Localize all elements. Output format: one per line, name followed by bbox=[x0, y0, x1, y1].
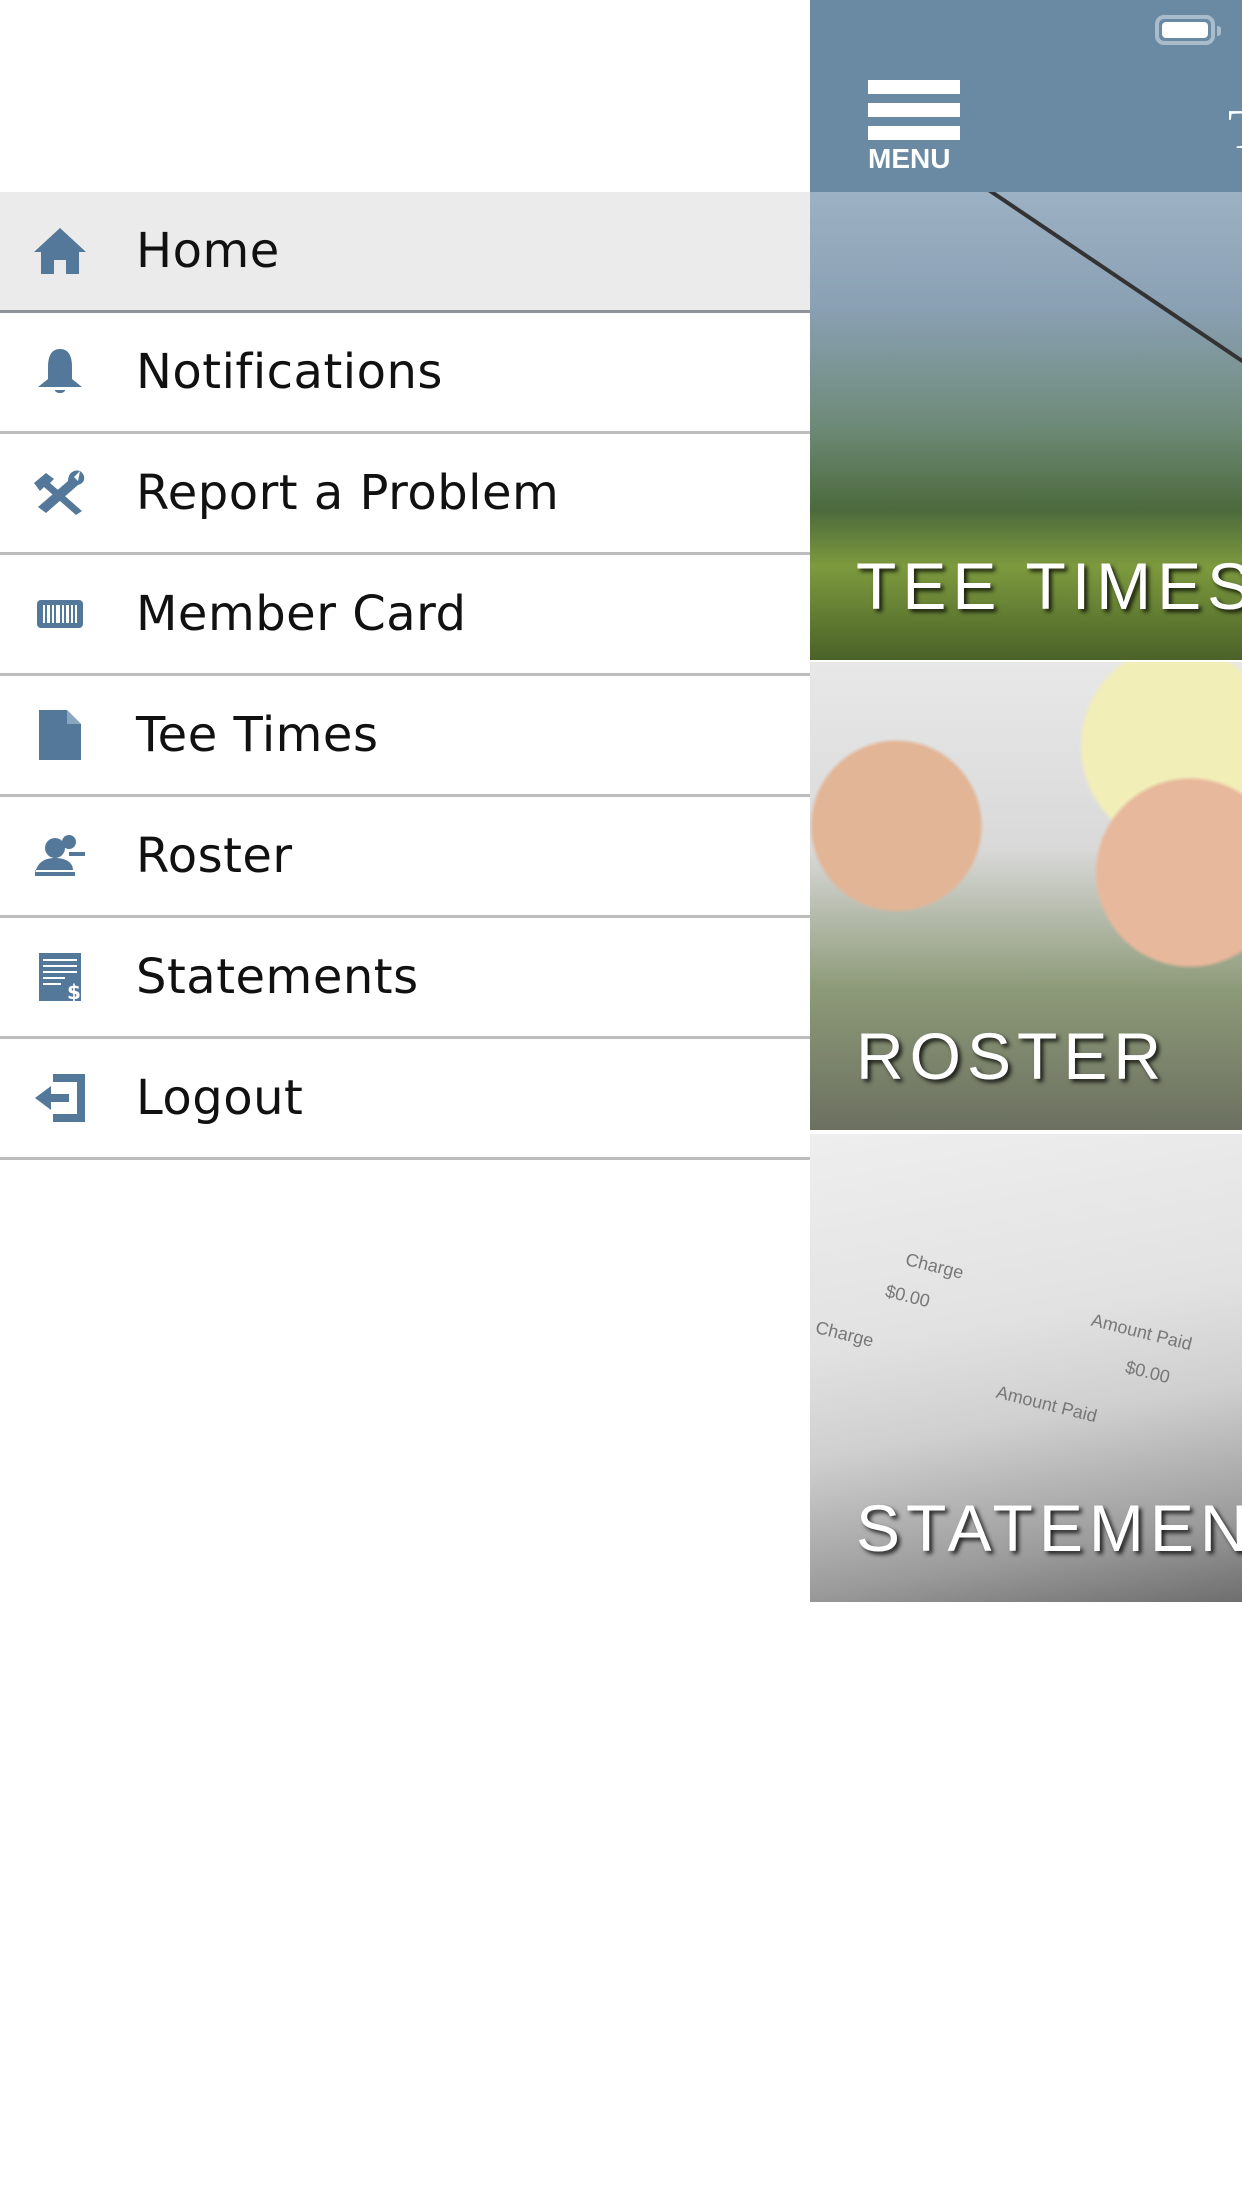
hamburger-icon bbox=[868, 80, 960, 94]
drawer-item-statements[interactable]: $ Statements bbox=[0, 918, 810, 1039]
image-text: Charge bbox=[903, 1249, 966, 1283]
tile-tee-times[interactable]: TEE TIMES bbox=[810, 192, 1242, 660]
image-text: Amount Paid bbox=[994, 1381, 1100, 1427]
tile-label: STATEMENTS bbox=[856, 1491, 1242, 1565]
svg-text:$: $ bbox=[67, 980, 81, 1003]
drawer-item-label: Notifications bbox=[136, 344, 443, 400]
tile-label: ROSTER bbox=[856, 1019, 1168, 1093]
statement-icon: $ bbox=[30, 947, 90, 1007]
image-text: Charge bbox=[813, 1317, 876, 1351]
person-icon bbox=[30, 826, 90, 886]
drawer-item-logout[interactable]: Logout bbox=[0, 1039, 810, 1160]
hamburger-bar bbox=[868, 103, 960, 117]
drawer-item-label: Statements bbox=[136, 949, 419, 1005]
drawer-item-member-card[interactable]: Member Card bbox=[0, 555, 810, 676]
drawer-item-home[interactable]: Home bbox=[0, 192, 810, 313]
menu-label: MENU bbox=[868, 143, 951, 174]
drawer-item-label: Home bbox=[136, 223, 280, 279]
hamburger-bar bbox=[868, 126, 960, 140]
image-text: Amount Paid bbox=[1089, 1309, 1195, 1355]
tools-icon bbox=[30, 463, 90, 523]
drawer-item-notifications[interactable]: Notifications bbox=[0, 313, 810, 434]
logout-icon bbox=[30, 1068, 90, 1128]
home-icon bbox=[30, 221, 90, 281]
barcode-card-icon bbox=[30, 584, 90, 644]
navigation-drawer: Home Notifications Report a Problem Memb… bbox=[0, 0, 810, 2208]
app-title: T bbox=[1228, 98, 1242, 162]
tile-label: TEE TIMES bbox=[856, 549, 1242, 623]
drawer-item-roster[interactable]: Roster bbox=[0, 797, 810, 918]
drawer-item-label: Tee Times bbox=[136, 707, 379, 763]
document-icon bbox=[30, 705, 90, 765]
drawer-item-label: Roster bbox=[136, 828, 293, 884]
drawer-item-label: Member Card bbox=[136, 586, 467, 642]
menu-button[interactable]: MENU bbox=[868, 80, 960, 174]
app-header: MENU T bbox=[810, 0, 1242, 194]
drawer-item-label: Report a Problem bbox=[136, 465, 560, 521]
image-text: $0.00 bbox=[883, 1280, 932, 1312]
drawer-item-report-a-problem[interactable]: Report a Problem bbox=[0, 434, 810, 555]
tile-statements[interactable]: Charge $0.00 Amount Paid $0.00 Charge Am… bbox=[810, 1134, 1242, 1602]
drawer-top-spacer bbox=[0, 0, 810, 192]
golf-club-image bbox=[960, 192, 1242, 364]
tile-roster[interactable]: ROSTER bbox=[810, 662, 1242, 1130]
bell-icon bbox=[30, 342, 90, 402]
image-text: $0.00 bbox=[1123, 1356, 1172, 1388]
battery-icon bbox=[1155, 15, 1221, 45]
drawer-item-tee-times[interactable]: Tee Times bbox=[0, 676, 810, 797]
drawer-item-label: Logout bbox=[136, 1070, 304, 1126]
main-content: MENU T TEE TIMES ROSTER Charge $0.00 Amo… bbox=[810, 0, 1242, 2208]
